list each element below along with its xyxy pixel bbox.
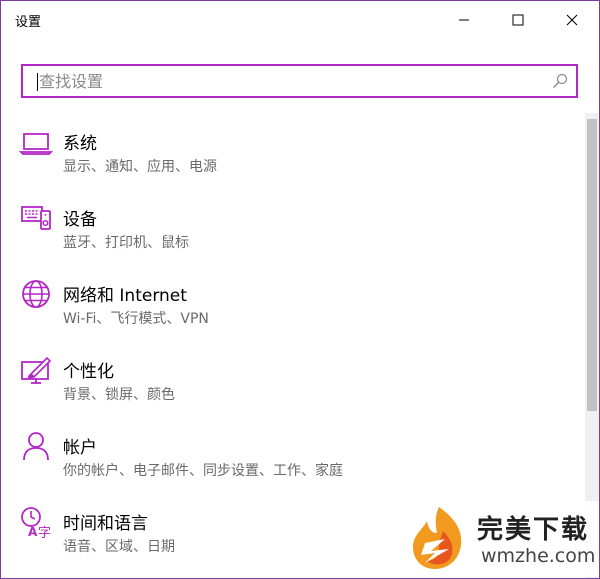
window-title: 设置 — [15, 15, 42, 30]
personalization-icon — [21, 356, 52, 384]
search-box[interactable] — [21, 64, 578, 98]
time-language-icon: A 字 — [21, 507, 51, 539]
item-title: 系统 — [63, 134, 97, 154]
devices-icon — [21, 206, 51, 230]
scrollbar-thumb[interactable] — [587, 119, 597, 411]
item-description: 背景、锁屏、颜色 — [63, 387, 175, 403]
watermark-title: 完美下载 — [477, 515, 590, 545]
item-description: 显示、通知、应用、电源 — [63, 159, 217, 175]
text-caret — [37, 73, 38, 91]
item-description: Wi-Fi、飞行模式、VPN — [63, 311, 209, 327]
item-title: 帐户 — [63, 438, 97, 458]
close-icon — [566, 14, 578, 26]
item-title: 个性化 — [63, 362, 114, 382]
minimize-button[interactable] — [441, 1, 487, 39]
maximize-button[interactable] — [495, 1, 541, 39]
watermark-url: wmzhe.com — [481, 545, 596, 567]
item-description: 你的帐户、电子邮件、同步设置、工作、家庭 — [63, 463, 343, 479]
settings-window: 设置 系统 显示、通知、应用、电源 — [0, 0, 600, 579]
minimize-icon — [459, 19, 469, 21]
settings-item-accounts[interactable]: 帐户 你的帐户、电子邮件、同步设置、工作、家庭 — [1, 423, 585, 493]
settings-item-personalization[interactable]: 个性化 背景、锁屏、颜色 — [1, 347, 585, 417]
person-icon — [23, 432, 49, 461]
search-icon[interactable] — [552, 73, 568, 89]
settings-item-devices[interactable]: 设备 蓝牙、打印机、鼠标 — [1, 195, 585, 265]
globe-icon — [22, 280, 50, 308]
item-title: 网络和 Internet — [63, 286, 187, 306]
laptop-icon — [19, 133, 53, 155]
search-input[interactable] — [39, 66, 539, 96]
close-button[interactable] — [549, 1, 595, 39]
flame-logo-icon — [413, 507, 462, 569]
item-description: 语音、区域、日期 — [63, 539, 175, 555]
title-bar: 设置 — [1, 1, 599, 41]
item-title: 时间和语言 — [63, 514, 148, 534]
settings-item-network[interactable]: 网络和 Internet Wi-Fi、飞行模式、VPN — [1, 271, 585, 341]
maximize-icon — [512, 14, 524, 26]
item-title: 设备 — [63, 210, 97, 230]
svg-text:A: A — [28, 525, 38, 539]
item-description: 蓝牙、打印机、鼠标 — [63, 235, 189, 251]
watermark: 完美下载 wmzhe.com — [401, 501, 599, 577]
svg-text:字: 字 — [38, 526, 51, 539]
settings-item-system[interactable]: 系统 显示、通知、应用、电源 — [1, 119, 585, 189]
